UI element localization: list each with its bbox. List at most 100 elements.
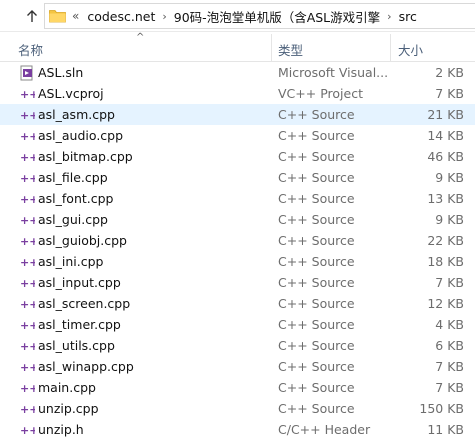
folder-icon bbox=[49, 9, 66, 23]
file-row[interactable]: ++ asl_bitmap.cpp C++ Source 46 KB bbox=[0, 146, 475, 167]
sort-ascending-icon: ^ bbox=[136, 32, 145, 43]
file-type: C++ Source bbox=[278, 401, 355, 416]
file-row[interactable]: ++ asl_input.cpp C++ Source 7 KB bbox=[0, 272, 475, 293]
svg-text:++: ++ bbox=[20, 403, 35, 416]
column-headers: ^ 名称 类型 大小 bbox=[0, 32, 475, 62]
svg-text:++: ++ bbox=[20, 130, 35, 143]
file-size: 4 KB bbox=[435, 317, 464, 332]
file-name: asl_asm.cpp bbox=[38, 107, 115, 122]
file-name: unzip.h bbox=[38, 422, 84, 437]
file-type: C++ Source bbox=[278, 380, 355, 395]
breadcrumb[interactable]: « codesc.net › 90码-泡泡堂单机版（含ASL游戏引擎 › src bbox=[44, 3, 475, 29]
up-arrow-button[interactable] bbox=[22, 6, 42, 26]
file-name: asl_input.cpp bbox=[38, 275, 121, 290]
file-size: 12 KB bbox=[427, 296, 464, 311]
file-row[interactable]: ++ asl_audio.cpp C++ Source 14 KB bbox=[0, 125, 475, 146]
file-row[interactable]: ++ ASL.vcproj VC++ Project 7 KB bbox=[0, 83, 475, 104]
file-row[interactable]: ++ asl_font.cpp C++ Source 13 KB bbox=[0, 188, 475, 209]
breadcrumb-segment-project[interactable]: 90码-泡泡堂单机版（含ASL游戏引擎 bbox=[174, 7, 380, 26]
svg-text:++: ++ bbox=[20, 298, 35, 311]
file-type: C++ Source bbox=[278, 107, 355, 122]
solution-file-icon bbox=[19, 65, 35, 81]
file-name: main.cpp bbox=[38, 380, 96, 395]
file-row[interactable]: ++ asl_file.cpp C++ Source 9 KB bbox=[0, 167, 475, 188]
file-row[interactable]: ++ unzip.h C/C++ Header 11 KB bbox=[0, 419, 475, 440]
svg-text:++: ++ bbox=[20, 319, 35, 332]
file-name: asl_font.cpp bbox=[38, 191, 114, 206]
file-type: C++ Source bbox=[278, 317, 355, 332]
file-size: 13 KB bbox=[427, 191, 464, 206]
file-size: 21 KB bbox=[427, 107, 464, 122]
header-file-icon: ++ bbox=[19, 422, 38, 438]
cpp-file-icon: ++ bbox=[19, 107, 38, 123]
file-row[interactable]: ++ asl_ini.cpp C++ Source 18 KB bbox=[0, 251, 475, 272]
svg-text:++: ++ bbox=[20, 109, 35, 122]
file-row[interactable]: ++ main.cpp C++ Source 7 KB bbox=[0, 377, 475, 398]
column-header-name[interactable]: 名称 bbox=[18, 40, 43, 59]
file-name: ASL.vcproj bbox=[38, 86, 104, 101]
column-divider[interactable] bbox=[390, 34, 391, 62]
file-type: C++ Source bbox=[278, 212, 355, 227]
column-header-size[interactable]: 大小 bbox=[398, 40, 423, 59]
svg-text:++: ++ bbox=[20, 340, 35, 353]
file-size: 46 KB bbox=[427, 149, 464, 164]
file-row[interactable]: ++ asl_asm.cpp C++ Source 21 KB bbox=[0, 104, 475, 125]
address-bar: « codesc.net › 90码-泡泡堂单机版（含ASL游戏引擎 › src bbox=[0, 0, 475, 32]
file-type: C++ Source bbox=[278, 359, 355, 374]
file-size: 2 KB bbox=[435, 65, 464, 80]
cpp-file-icon: ++ bbox=[19, 149, 38, 165]
file-row[interactable]: ++ unzip.cpp C++ Source 150 KB bbox=[0, 398, 475, 419]
file-row[interactable]: ++ asl_winapp.cpp C++ Source 7 KB bbox=[0, 356, 475, 377]
cpp-file-icon: ++ bbox=[19, 296, 38, 312]
file-name: asl_audio.cpp bbox=[38, 128, 124, 143]
file-row[interactable]: ++ asl_screen.cpp C++ Source 12 KB bbox=[0, 293, 475, 314]
file-name: ASL.sln bbox=[38, 65, 84, 80]
file-type: VC++ Project bbox=[278, 86, 363, 101]
breadcrumb-separator-icon[interactable]: › bbox=[387, 10, 391, 23]
file-list: ASL.sln Microsoft Visual... 2 KB ++ ASL.vcpr… bbox=[0, 62, 475, 440]
cpp-file-icon: ++ bbox=[19, 212, 38, 228]
overflow-chevron-icon[interactable]: « bbox=[72, 9, 79, 23]
cpp-file-icon: ++ bbox=[19, 401, 38, 417]
svg-text:++: ++ bbox=[20, 214, 35, 227]
file-type: C/C++ Header bbox=[278, 422, 371, 437]
file-type: C++ Source bbox=[278, 275, 355, 290]
file-type: C++ Source bbox=[278, 296, 355, 311]
svg-text:++: ++ bbox=[20, 172, 35, 185]
svg-text:++: ++ bbox=[20, 151, 35, 164]
svg-text:++: ++ bbox=[20, 88, 35, 101]
breadcrumb-segment-src[interactable]: src bbox=[399, 9, 417, 24]
cpp-file-icon: ++ bbox=[19, 359, 38, 375]
file-name: asl_guiobj.cpp bbox=[38, 233, 127, 248]
file-type: C++ Source bbox=[278, 338, 355, 353]
cpp-file-icon: ++ bbox=[19, 233, 38, 249]
svg-text:++: ++ bbox=[20, 193, 35, 206]
cpp-file-icon: ++ bbox=[19, 254, 38, 270]
file-row[interactable]: ASL.sln Microsoft Visual... 2 KB bbox=[0, 62, 475, 83]
file-size: 7 KB bbox=[435, 275, 464, 290]
vcproj-file-icon: ++ bbox=[19, 86, 38, 102]
file-row[interactable]: ++ asl_utils.cpp C++ Source 6 KB bbox=[0, 335, 475, 356]
file-name: asl_file.cpp bbox=[38, 170, 108, 185]
up-arrow-icon bbox=[27, 10, 37, 22]
svg-text:++: ++ bbox=[20, 424, 35, 437]
column-divider[interactable] bbox=[271, 34, 272, 62]
cpp-file-icon: ++ bbox=[19, 338, 38, 354]
breadcrumb-segment-site[interactable]: codesc.net bbox=[87, 9, 155, 24]
cpp-file-icon: ++ bbox=[19, 317, 38, 333]
file-size: 7 KB bbox=[435, 359, 464, 374]
file-row[interactable]: ++ asl_timer.cpp C++ Source 4 KB bbox=[0, 314, 475, 335]
column-header-type[interactable]: 类型 bbox=[278, 40, 303, 59]
cpp-file-icon: ++ bbox=[19, 170, 38, 186]
file-size: 7 KB bbox=[435, 380, 464, 395]
file-size: 7 KB bbox=[435, 86, 464, 101]
file-name: unzip.cpp bbox=[38, 401, 99, 416]
breadcrumb-separator-icon[interactable]: › bbox=[162, 10, 166, 23]
cpp-file-icon: ++ bbox=[19, 128, 38, 144]
file-type: Microsoft Visual... bbox=[278, 65, 389, 80]
svg-text:++: ++ bbox=[20, 361, 35, 374]
file-row[interactable]: ++ asl_guiobj.cpp C++ Source 22 KB bbox=[0, 230, 475, 251]
file-row[interactable]: ++ asl_gui.cpp C++ Source 9 KB bbox=[0, 209, 475, 230]
file-type: C++ Source bbox=[278, 233, 355, 248]
file-size: 22 KB bbox=[427, 233, 464, 248]
